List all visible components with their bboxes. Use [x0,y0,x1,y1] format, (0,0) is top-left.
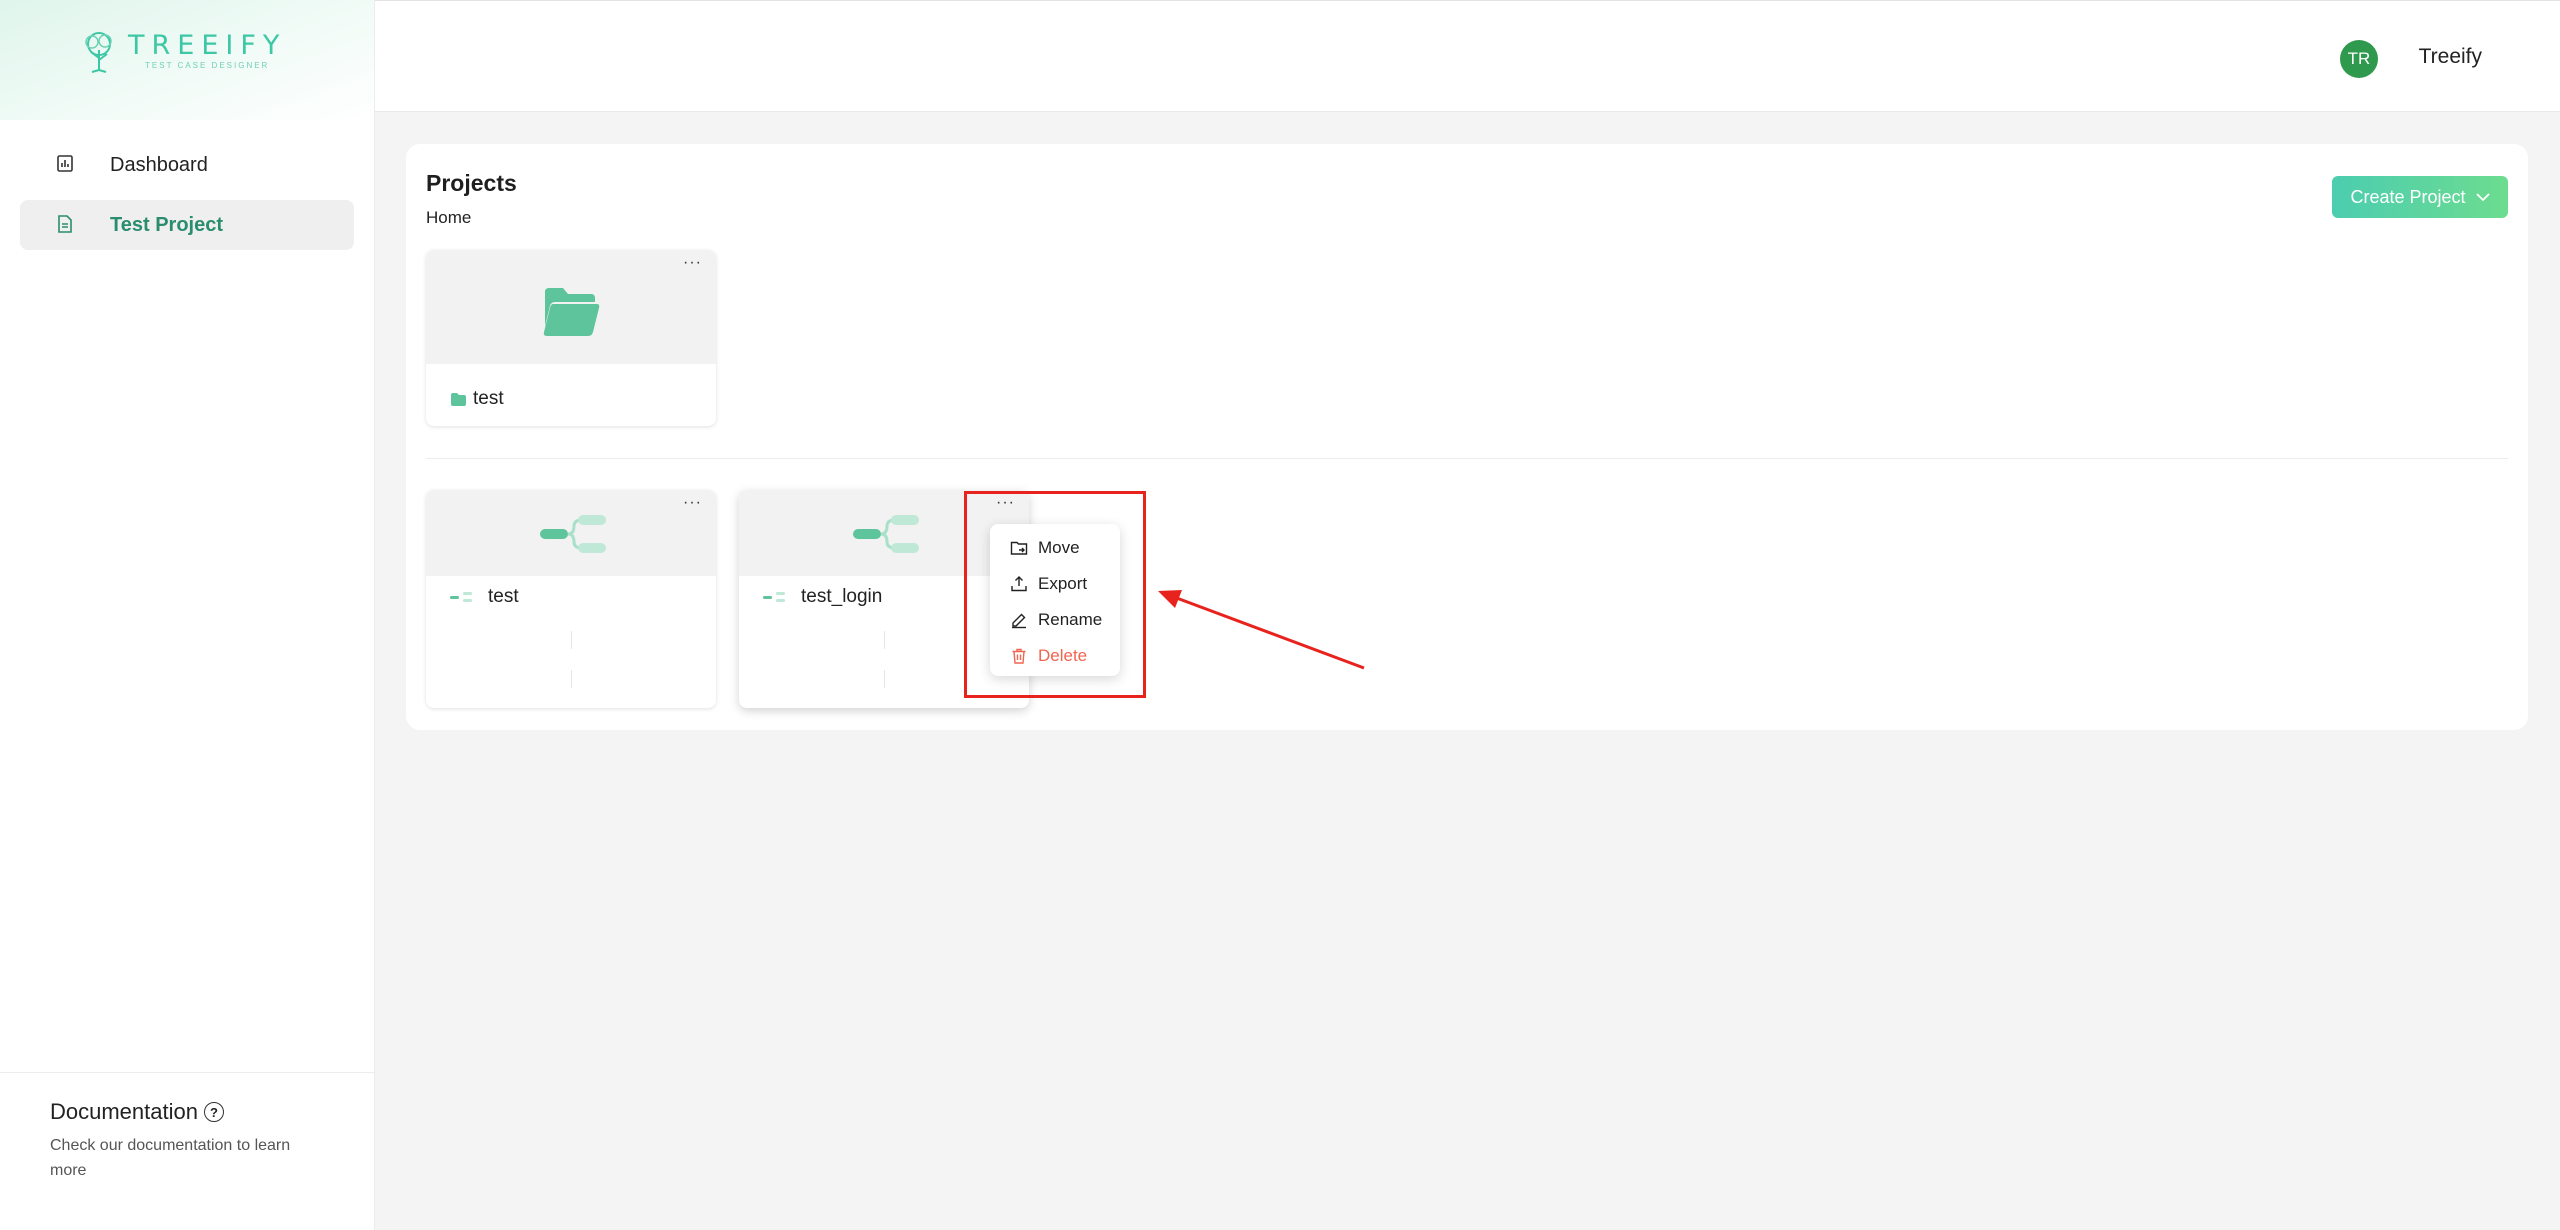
logo-wordmark: TREEIFY [128,30,287,61]
chevron-down-icon [2475,193,2490,202]
help-icon[interactable]: ? [203,1102,224,1122]
mindmap-small-icon [763,592,785,602]
top-header: TR Treeify [375,0,2560,112]
mindmap-name: test [488,586,519,607]
sidebar-item-label: Test Project [110,213,223,236]
tree-logo-icon [85,32,112,73]
sidebar-item-dashboard[interactable]: Dashboard [20,140,354,190]
avatar[interactable]: TR [2340,40,2378,78]
card-thumbnail: ··· [426,250,716,364]
sidebar-nav: Dashboard Test Project [20,140,354,260]
more-options-button[interactable]: ··· [683,254,702,272]
mindmap-icon [853,515,919,553]
card-thumbnail: ··· [426,490,716,576]
annotation-arrow [1158,590,1365,670]
document-icon [58,215,72,233]
logo[interactable]: TREEIFY TEST CASE DESIGNER [76,28,286,74]
sidebar-item-label: Dashboard [110,153,208,176]
mindmap-card[interactable]: ··· test [426,490,716,708]
annotation-highlight-box [964,491,1146,698]
documentation-section[interactable]: Documentation ? Check our documentation … [0,1072,375,1209]
page-title: Projects [426,170,517,196]
create-project-label: Create Project [2350,186,2466,207]
create-project-button[interactable]: Create Project [2332,176,2508,218]
documentation-title: Documentation [50,1099,198,1124]
card-detail-divider [571,670,572,688]
documentation-description: Check our documentation to learn more [50,1137,291,1179]
user-name[interactable]: Treeify [2419,45,2482,69]
sidebar: TREEIFY TEST CASE DESIGNER Dashboard Tes… [0,0,375,1230]
card-detail-divider [884,631,885,649]
chart-icon [57,155,73,172]
card-detail-divider [884,670,885,688]
folder-small-icon [451,392,466,406]
sidebar-header: TREEIFY TEST CASE DESIGNER [0,0,374,120]
more-options-button[interactable]: ··· [683,494,702,512]
sidebar-item-test-project[interactable]: Test Project [20,200,354,250]
mindmap-icon [540,515,606,553]
mindmap-small-icon [450,592,472,602]
folder-icon [543,288,600,336]
folder-card[interactable]: ··· test [426,250,716,426]
breadcrumb[interactable]: Home [426,208,471,228]
folder-name: test [473,388,504,409]
logo-tagline: TEST CASE DESIGNER [145,61,270,70]
section-divider [426,458,2508,459]
card-detail-divider [571,631,572,649]
mindmap-name: test_login [801,586,883,607]
projects-panel: Projects Home Create Project ··· test ··… [406,144,2528,730]
